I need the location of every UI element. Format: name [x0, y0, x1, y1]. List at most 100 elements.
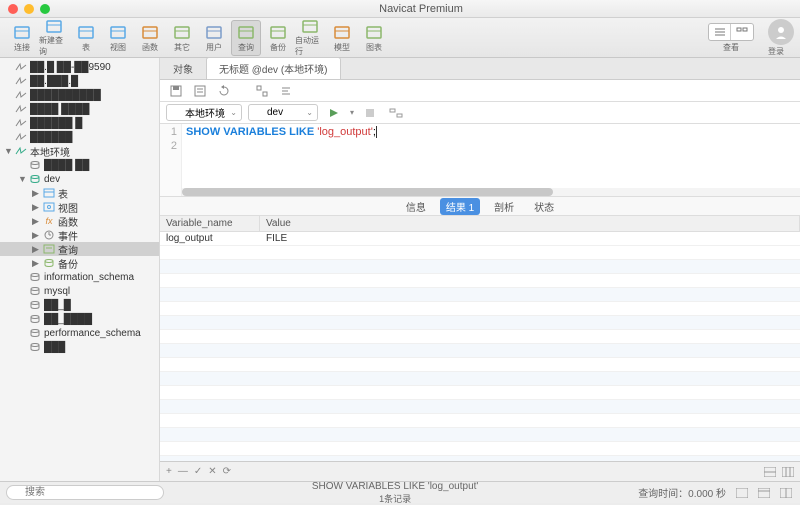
grid-row-empty [160, 400, 800, 414]
toolbar-模型[interactable]: 模型 [327, 20, 357, 56]
tree-item-[interactable]: ▶查询 [0, 242, 159, 256]
grid-row-empty [160, 330, 800, 344]
result-tab-info[interactable]: 信息 [400, 198, 432, 215]
tab-query-untitled[interactable]: 无标题 @dev (本地环境) [206, 57, 341, 79]
sql-editor[interactable]: 12 SHOW VARIABLES LIKE 'log_output'; [160, 124, 800, 196]
editor-tabs: 对象 无标题 @dev (本地环境) [160, 58, 800, 80]
grid-row-empty [160, 414, 800, 428]
connection-selector-bar: 本地环境 dev ▾ [160, 102, 800, 124]
toolbar-函数[interactable]: 函数 [135, 20, 165, 56]
toolbar-表[interactable]: 表 [71, 20, 101, 56]
grid-row-empty [160, 386, 800, 400]
grid-row-empty [160, 246, 800, 260]
content-area: 对象 无标题 @dev (本地环境) 本地环境 dev ▾ 12 SHOW VA… [160, 58, 800, 481]
tree-item-[interactable]: ██████████ [0, 88, 159, 102]
grid-row[interactable]: log_output FILE [160, 232, 800, 246]
view-mode-icon-1[interactable] [736, 488, 748, 498]
result-tab-status[interactable]: 状态 [528, 198, 560, 215]
window-title: Navicat Premium [50, 3, 792, 15]
col-variable-name[interactable]: Variable_name [160, 216, 260, 231]
tree-item-[interactable]: ▶表 [0, 186, 159, 200]
grid-row-empty [160, 260, 800, 274]
query-builder-icon[interactable] [252, 82, 272, 100]
view-toggle[interactable] [708, 23, 754, 41]
view-mode-icon-3[interactable] [780, 488, 792, 498]
save-icon[interactable] [166, 82, 186, 100]
status-record-count: 1条记录 [379, 494, 411, 504]
explain-icon[interactable] [386, 104, 406, 122]
toolbar-自动运行[interactable]: 自动运行 [295, 20, 325, 56]
tab-objects[interactable]: 对象 [160, 57, 206, 79]
connection-tree[interactable]: ██.█ ██-██9590██.███.███████████████ ███… [0, 58, 160, 481]
form-view-icon[interactable] [764, 467, 776, 477]
connection-dropdown[interactable]: 本地环境 [166, 104, 242, 121]
toolbar-新建查询[interactable]: 新建查询 [39, 20, 69, 56]
window-titlebar: Navicat Premium [0, 0, 800, 18]
toolbar-图表[interactable]: 图表 [359, 20, 389, 56]
result-tab-result[interactable]: 结果 1 [440, 198, 480, 215]
grid-row-empty [160, 288, 800, 302]
tree-item-dev[interactable]: ▼dev [0, 172, 159, 186]
sidebar-search-input[interactable] [6, 485, 164, 500]
tree-item-[interactable]: ▶备份 [0, 256, 159, 270]
toolbar-其它[interactable]: 其它 [167, 20, 197, 56]
cancel-icon[interactable]: ✕ [208, 466, 216, 477]
line-gutter: 12 [160, 124, 182, 196]
grid-header: Variable_name Value [160, 216, 800, 232]
run-icon[interactable] [324, 104, 344, 122]
toolbar-连接[interactable]: 连接 [7, 20, 37, 56]
tree-item-[interactable]: ███ [0, 340, 159, 354]
grid-row-empty [160, 316, 800, 330]
tree-item-performanceschema[interactable]: performance_schema [0, 326, 159, 340]
toolbar-用户[interactable]: 用户 [199, 20, 229, 56]
text-editor-icon[interactable] [190, 82, 210, 100]
query-toolbar [160, 80, 800, 102]
grid-view-icon[interactable] [782, 467, 794, 477]
grid-row-empty [160, 442, 800, 456]
tree-item-[interactable]: ██.███.█ [0, 74, 159, 88]
result-tab-profile[interactable]: 剖析 [488, 198, 520, 215]
add-row-icon[interactable]: + [166, 466, 172, 477]
grid-row-empty [160, 344, 800, 358]
user-avatar-icon[interactable] [768, 19, 794, 45]
toolbar-查询[interactable]: 查询 [231, 20, 261, 56]
toolbar-视图[interactable]: 视图 [103, 20, 133, 56]
status-query-text: SHOW VARIABLES LIKE 'log_output' [312, 481, 479, 492]
stop-icon[interactable] [360, 104, 380, 122]
toolbar-备份[interactable]: 备份 [263, 20, 293, 56]
apply-icon[interactable]: ✓ [194, 466, 202, 477]
tree-item-[interactable]: ████ ██ [0, 158, 159, 172]
zoom-window-icon[interactable] [40, 4, 50, 14]
grid-row-empty [160, 302, 800, 316]
database-dropdown[interactable]: dev [248, 104, 318, 121]
detail-view-icon [731, 24, 753, 40]
grid-row-empty [160, 372, 800, 386]
grid-row-empty [160, 358, 800, 372]
col-value[interactable]: Value [260, 216, 800, 231]
view-mode-icon-2[interactable] [758, 488, 770, 498]
tree-item-[interactable]: ██████ [0, 130, 159, 144]
result-tabs: 信息 结果 1 剖析 状态 [160, 196, 800, 216]
tree-item-[interactable]: ▶视图 [0, 200, 159, 214]
tree-item-9590[interactable]: ██.█ ██-██9590 [0, 60, 159, 74]
delete-row-icon[interactable]: — [178, 466, 188, 477]
minimize-window-icon[interactable] [24, 4, 34, 14]
status-bar: SHOW VARIABLES LIKE 'log_output' 1条记录 查询… [0, 481, 800, 503]
tree-item-[interactable]: ██_█ [0, 298, 159, 312]
refresh-icon[interactable] [214, 82, 234, 100]
close-window-icon[interactable] [8, 4, 18, 14]
beautify-icon[interactable] [276, 82, 296, 100]
editor-scrollbar-h[interactable] [182, 188, 800, 196]
tree-item-[interactable]: ██████ █ [0, 116, 159, 130]
tree-item-[interactable]: ▼本地环境 [0, 144, 159, 158]
traffic-lights [8, 4, 50, 14]
reload-icon[interactable]: ⟳ [223, 466, 231, 477]
tree-item-[interactable]: ▶fx函数 [0, 214, 159, 228]
result-grid[interactable]: Variable_name Value log_output FILE [160, 216, 800, 461]
tree-item-[interactable]: ▶事件 [0, 228, 159, 242]
grid-row-empty [160, 274, 800, 288]
tree-item-informationschema[interactable]: information_schema [0, 270, 159, 284]
tree-item-[interactable]: ████ ████ [0, 102, 159, 116]
tree-item-[interactable]: ██_████ [0, 312, 159, 326]
tree-item-mysql[interactable]: mysql [0, 284, 159, 298]
